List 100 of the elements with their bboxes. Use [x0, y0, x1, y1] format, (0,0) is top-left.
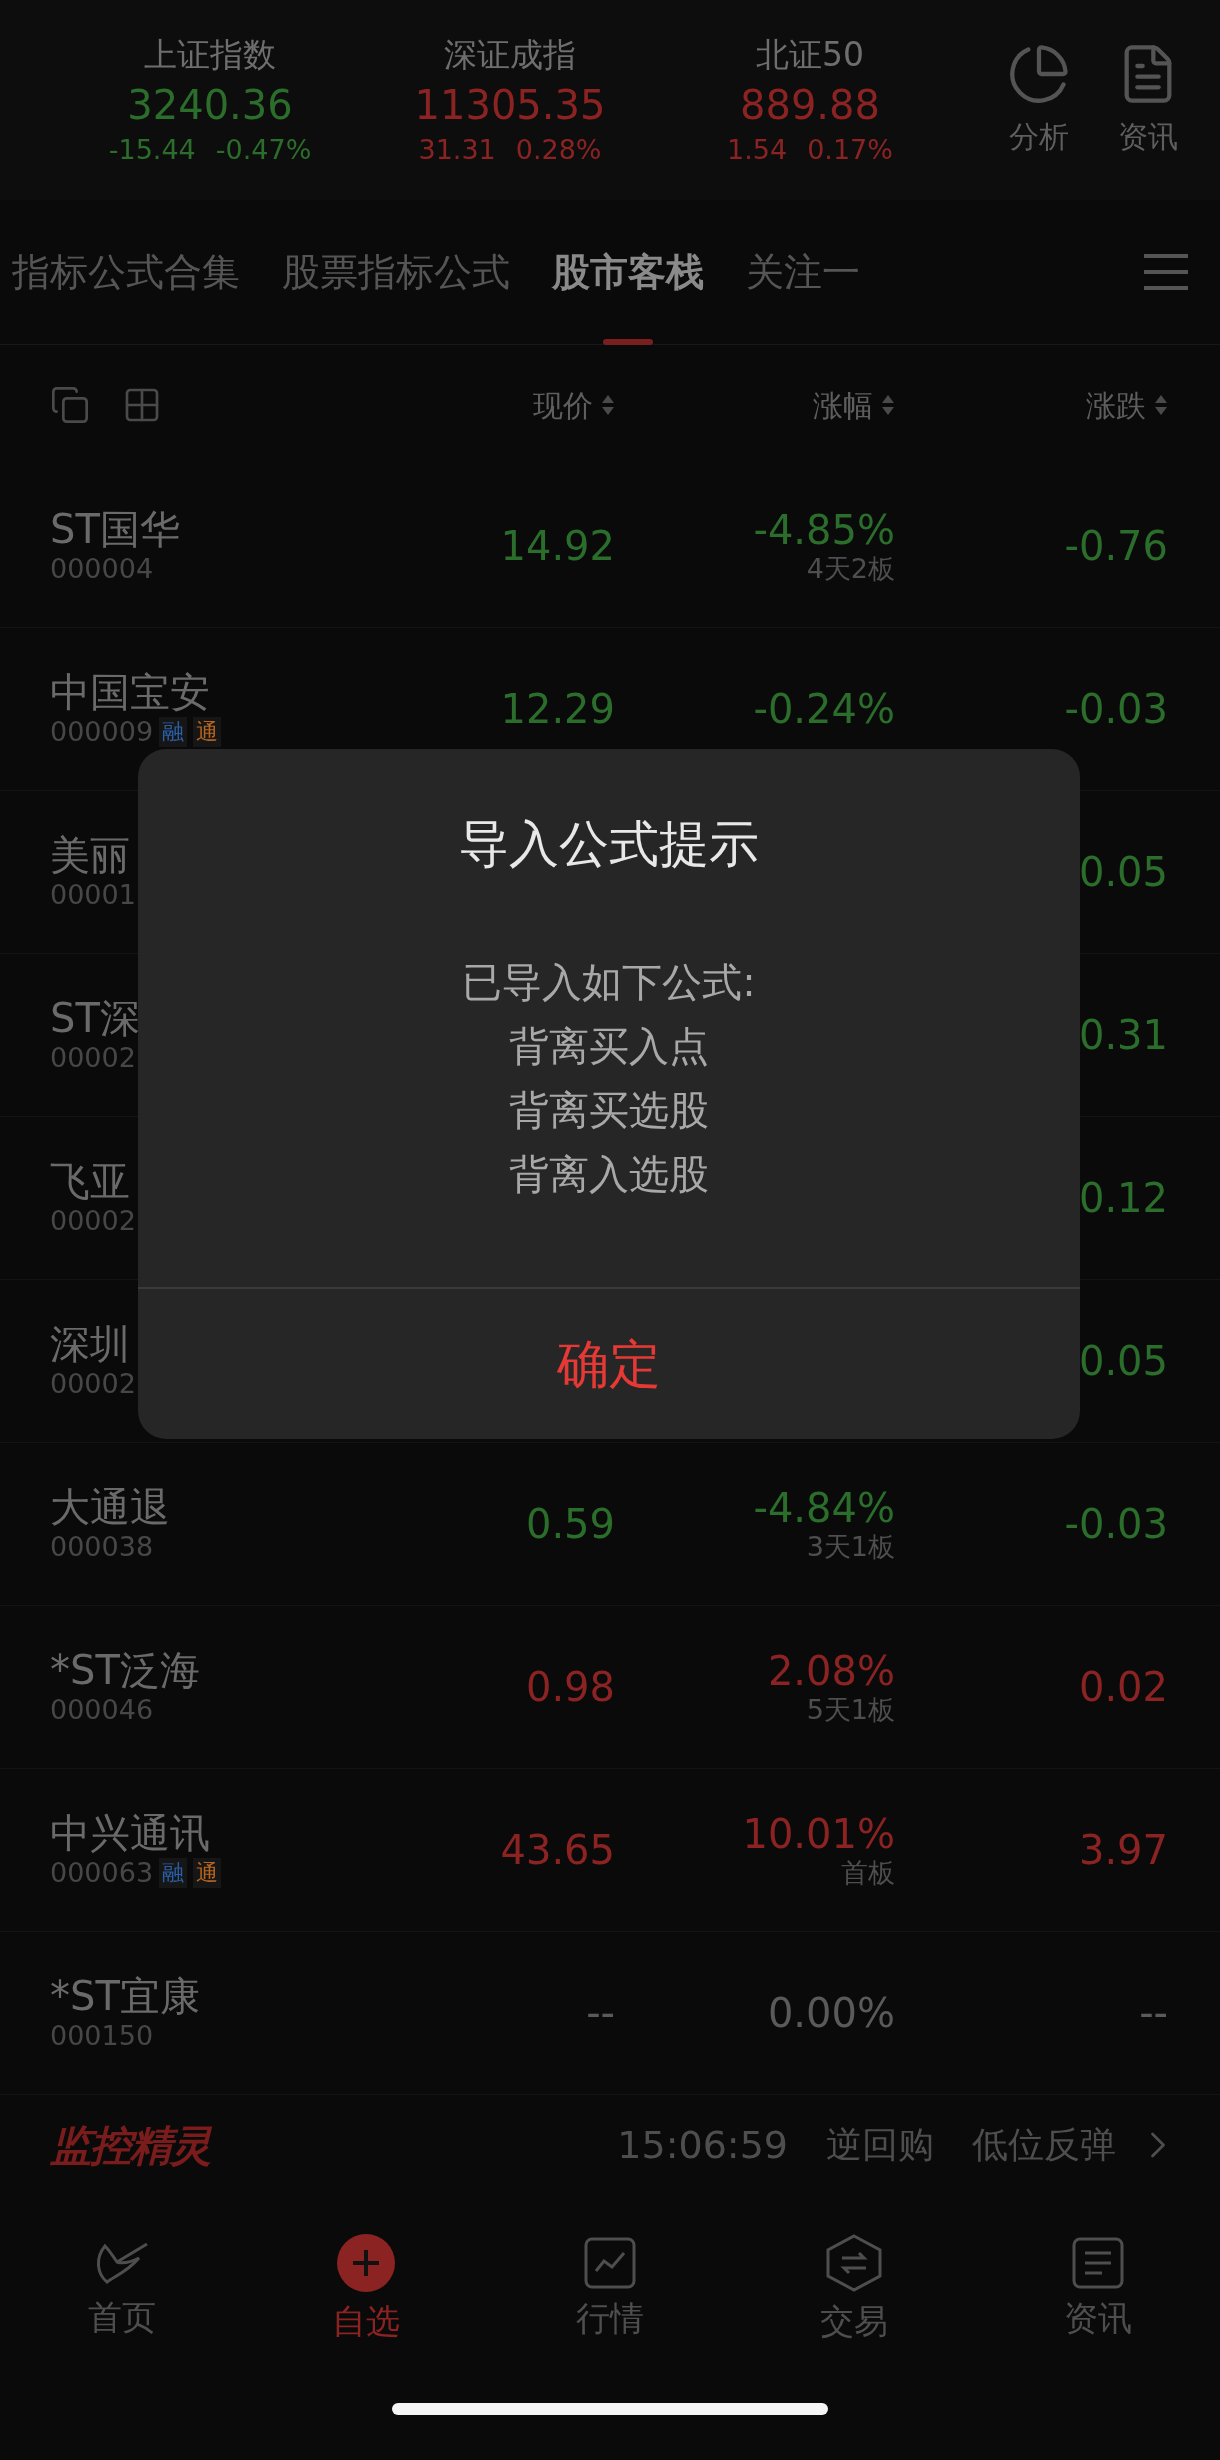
copy-icon[interactable]	[50, 385, 90, 425]
stock-name: 中国宝安	[50, 669, 211, 715]
change-value: 0.12	[1078, 1174, 1168, 1223]
price-value: 0.98	[525, 1663, 615, 1712]
streak-note: 3天1板	[806, 1531, 895, 1563]
streak-note: 4天2板	[806, 553, 895, 585]
monitor-alert[interactable]: 低位反弹	[972, 2118, 1116, 2172]
change-value: -0.03	[1064, 685, 1168, 734]
streak-note: 首板	[841, 1857, 895, 1889]
stock-name: 深圳	[50, 1321, 131, 1367]
price-value: --	[586, 1989, 615, 2038]
price-value: 12.29	[500, 685, 615, 734]
stock-row[interactable]: *ST泛海 000046 0.98 2.08% 5天1板 0.02	[0, 1606, 1220, 1769]
percent-value: 10.01%	[742, 1811, 895, 1857]
stock-code: 00002	[50, 1367, 136, 1401]
stock-tag: 通	[193, 717, 222, 747]
stock-name: 飞亚	[50, 1158, 131, 1204]
index-value: 11305.35	[414, 81, 606, 130]
sort-icon	[881, 393, 895, 417]
exchange-icon	[826, 2233, 882, 2292]
stock-name: 大通退	[50, 1484, 171, 1530]
index-percent: 0.28%	[515, 133, 602, 167]
tab[interactable]: 指标公式合集	[12, 199, 240, 345]
stock-code: 000063	[50, 1856, 154, 1890]
dialog-text: 背离入选股	[509, 1150, 709, 1199]
stock-row[interactable]: 大通退 000038 0.59 -4.84% 3天1板 -0.03	[0, 1443, 1220, 1606]
menu-icon[interactable]	[1142, 252, 1190, 292]
index-percent: -0.47%	[215, 133, 312, 167]
tab-indicator	[603, 338, 653, 345]
header-action-button[interactable]: 分析	[1007, 41, 1071, 159]
stock-tag: 融	[159, 1858, 188, 1888]
stock-code: 00002	[50, 1041, 136, 1075]
dialog-text: 背离买选股	[509, 1086, 709, 1135]
index-value: 3240.36	[127, 81, 293, 130]
tab[interactable]: 股票指标公式	[282, 199, 510, 345]
monitor-time: 15:06:59	[617, 2121, 788, 2169]
nav-tab[interactable]: 资讯	[976, 2236, 1220, 2344]
percent-value: -4.84%	[753, 1485, 895, 1531]
index-name: 深证成指	[444, 34, 576, 76]
price-value: 43.65	[500, 1826, 615, 1875]
stock-code: 000004	[50, 552, 154, 586]
monitor-alert[interactable]: 逆回购	[826, 2118, 934, 2172]
change-value: 0.02	[1078, 1663, 1168, 1712]
index-name: 上证指数	[144, 34, 276, 76]
percent-value: -0.24%	[753, 686, 895, 732]
stock-code: 000038	[50, 1530, 154, 1564]
index-change: 31.31	[418, 133, 496, 167]
dialog-text: 已导入如下公式:	[462, 958, 756, 1007]
stock-code: 000046	[50, 1693, 154, 1727]
sort-icon	[1154, 393, 1168, 417]
nav-tab[interactable]: 首页	[0, 2237, 244, 2343]
percent-value: 0.00%	[767, 1990, 895, 2036]
change-value: 0.31	[1078, 1011, 1168, 1060]
streak-note: 5天1板	[806, 1694, 895, 1726]
stock-row[interactable]: 中兴通讯 000063 融 通 43.65 10.01% 首板 3.97	[0, 1769, 1220, 1932]
line-chart-icon	[584, 2236, 636, 2289]
tab[interactable]: 股市客栈	[552, 199, 704, 345]
change-value: 3.97	[1078, 1826, 1168, 1875]
stock-name: ST深	[50, 995, 141, 1041]
change-value: --	[1139, 1989, 1168, 2038]
confirm-button[interactable]: 确定	[138, 1289, 1080, 1439]
change-value: -0.76	[1064, 522, 1168, 571]
change-value: 0.05	[1078, 1337, 1168, 1386]
stock-code: 00002	[50, 1204, 136, 1238]
plus-circle-icon	[337, 2233, 395, 2292]
percent-value: -4.85%	[753, 507, 895, 553]
stock-name: 美丽	[50, 832, 131, 878]
header-action-button[interactable]: 资讯	[1116, 41, 1180, 159]
nav-tab[interactable]: 交易	[732, 2233, 976, 2347]
stock-name: *ST泛海	[50, 1647, 201, 1693]
price-value: 0.59	[525, 1500, 615, 1549]
sort-icon	[601, 393, 615, 417]
column-header[interactable]: 涨幅	[813, 382, 873, 428]
percent-value: 2.08%	[767, 1648, 895, 1694]
nav-tab[interactable]: 行情	[488, 2236, 732, 2344]
column-header[interactable]: 涨跌	[1086, 382, 1146, 428]
stock-row[interactable]: ST国华 000004 14.92 -4.85% 4天2板 -0.76	[0, 465, 1220, 628]
stock-name: ST国华	[50, 506, 181, 552]
stock-tag: 融	[159, 717, 188, 747]
monitor-logo[interactable]: 监控精灵	[50, 2113, 210, 2177]
index-change: -15.44	[108, 133, 196, 167]
nav-tab[interactable]: 自选	[244, 2233, 488, 2347]
stock-tag: 通	[193, 1858, 222, 1888]
index-value: 889.88	[740, 81, 880, 130]
dialog-text: 背离买入点	[509, 1022, 709, 1071]
stock-name: 中兴通讯	[50, 1810, 211, 1856]
index-percent: 0.17%	[807, 133, 893, 167]
index-name: 北证50	[756, 34, 864, 76]
change-value: -0.03	[1064, 1500, 1168, 1549]
stock-name: *ST宜康	[50, 1973, 201, 2019]
dialog-title: 导入公式提示	[459, 814, 759, 875]
stock-code: 00001	[50, 878, 136, 912]
tab[interactable]: 关注一	[746, 199, 860, 345]
change-value: 0.05	[1078, 848, 1168, 897]
index-change: 1.54	[727, 133, 788, 167]
price-value: 14.92	[500, 522, 615, 571]
stock-code: 000150	[50, 2019, 154, 2053]
stock-code: 000009	[50, 715, 154, 749]
column-header[interactable]: 现价	[533, 382, 593, 428]
document-icon	[1072, 2236, 1124, 2289]
